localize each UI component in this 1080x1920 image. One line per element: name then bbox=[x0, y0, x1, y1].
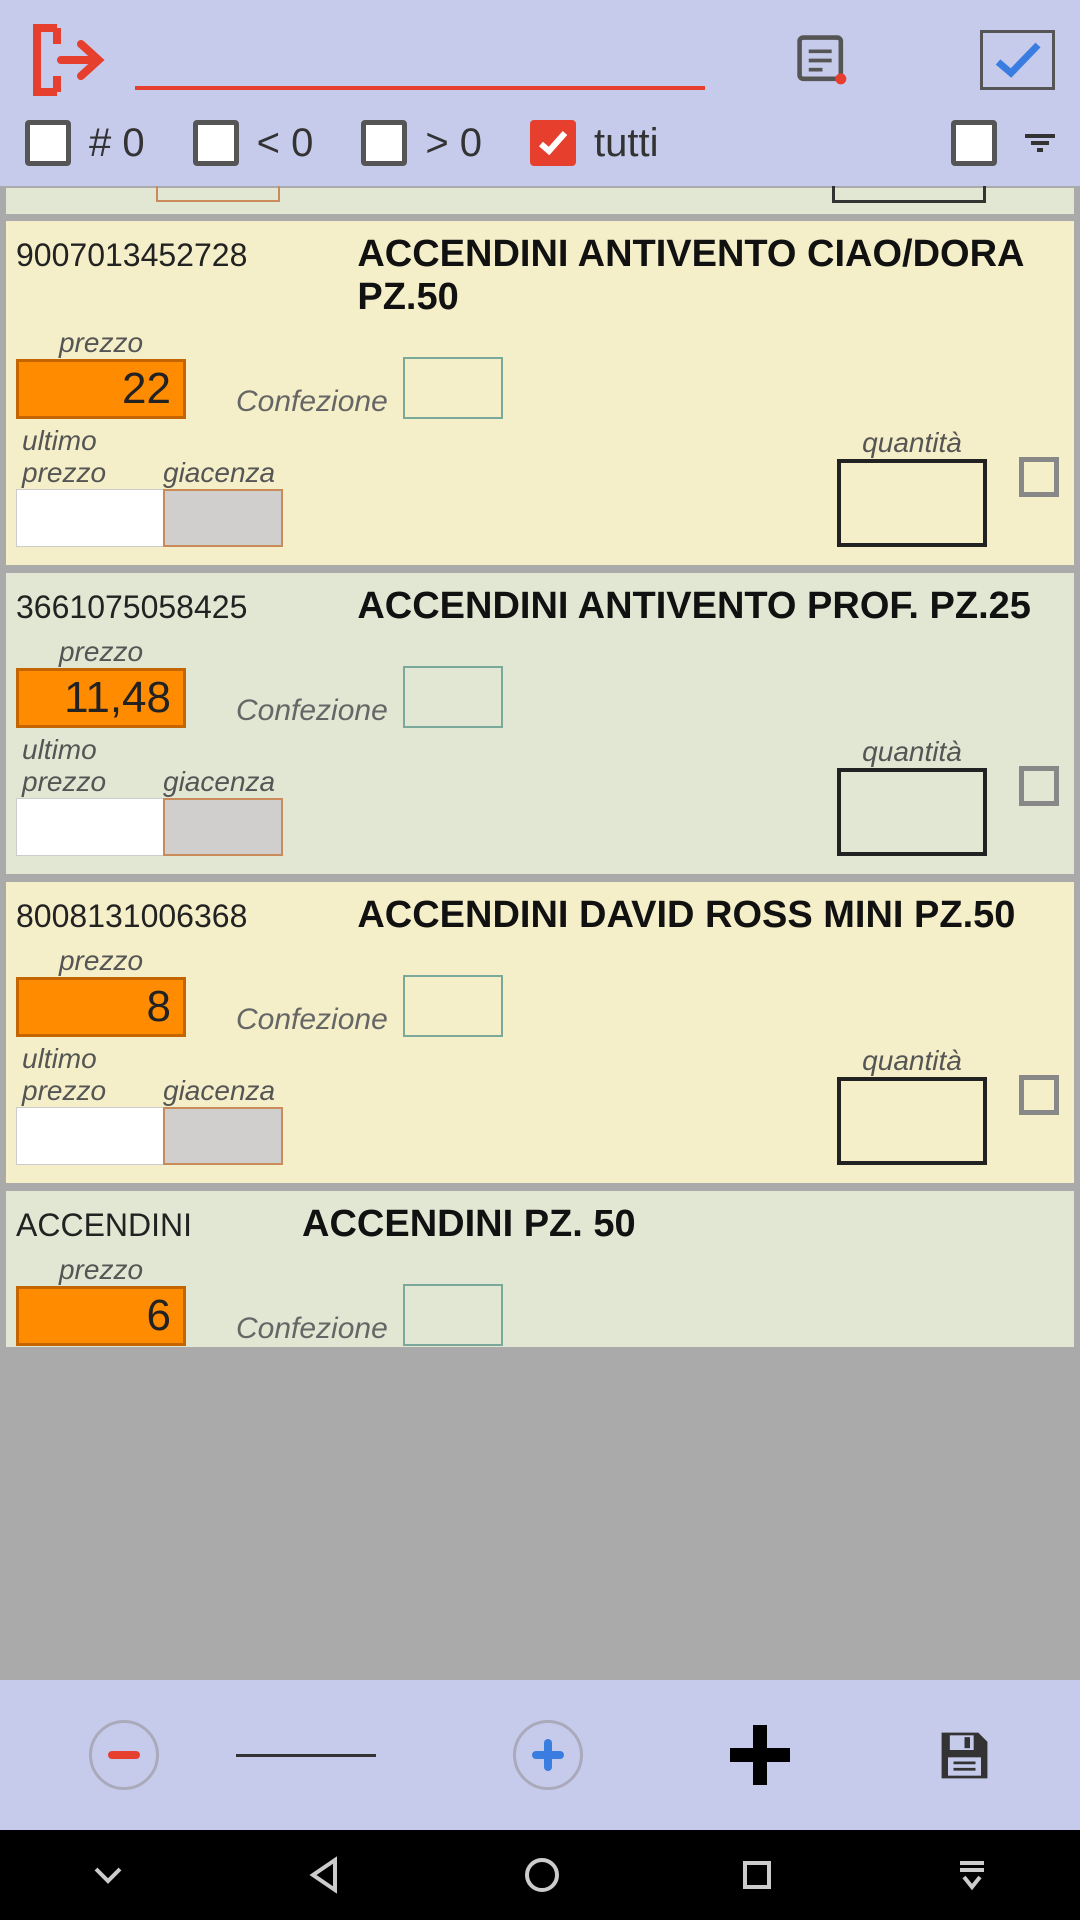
item-name: ACCENDINI PZ. 50 bbox=[302, 1203, 636, 1246]
confezione-input[interactable] bbox=[403, 1284, 503, 1346]
item-barcode: 3661075058425 bbox=[16, 589, 247, 626]
filter-extra-checkbox[interactable] bbox=[951, 120, 997, 166]
ultimo-prezzo-input[interactable] bbox=[16, 1107, 164, 1165]
footer-toolbar bbox=[0, 1680, 1080, 1830]
item-list[interactable]: 9007013452728 ACCENDINI ANTIVENTO CIAO/D… bbox=[0, 186, 1080, 1680]
drawer-down-icon[interactable] bbox=[952, 1855, 992, 1895]
save-icon[interactable] bbox=[937, 1728, 992, 1783]
list-item[interactable]: 9007013452728 ACCENDINI ANTIVENTO CIAO/D… bbox=[4, 219, 1076, 567]
filter-greater-label: > 0 bbox=[425, 121, 482, 166]
giacenza-value bbox=[163, 798, 283, 856]
quantita-label: quantità bbox=[862, 1045, 962, 1077]
ultimo-prezzo-input[interactable] bbox=[16, 489, 164, 547]
quantita-label: quantità bbox=[862, 427, 962, 459]
quantita-input[interactable] bbox=[837, 768, 987, 856]
check-icon bbox=[537, 127, 569, 159]
filter-less-checkbox[interactable] bbox=[193, 120, 239, 166]
confezione-input[interactable] bbox=[403, 975, 503, 1037]
ultimo-prezzo-label: ultimo prezzo bbox=[16, 734, 171, 798]
check-icon bbox=[993, 40, 1043, 80]
minus-icon bbox=[104, 1735, 144, 1775]
item-checkbox[interactable] bbox=[1019, 1075, 1059, 1115]
plus-black-icon[interactable] bbox=[720, 1715, 800, 1795]
price-label: prezzo bbox=[16, 636, 186, 668]
ultimo-prezzo-label: ultimo prezzo bbox=[16, 1043, 171, 1107]
price-value[interactable]: 8 bbox=[16, 977, 186, 1037]
confezione-input[interactable] bbox=[403, 666, 503, 728]
confezione-label: Confezione bbox=[236, 1003, 388, 1037]
giacenza-label: giacenza bbox=[163, 1075, 293, 1107]
item-checkbox[interactable] bbox=[1019, 457, 1059, 497]
list-item[interactable]: ACCENDINI ACCENDINI PZ. 50 prezzo 6 Conf… bbox=[4, 1189, 1076, 1349]
filter-all-label: tutti bbox=[594, 121, 658, 166]
filter-greater-checkbox[interactable] bbox=[361, 120, 407, 166]
confezione-label: Confezione bbox=[236, 1312, 388, 1346]
item-barcode: 8008131006368 bbox=[16, 898, 247, 935]
footer-qty-input[interactable] bbox=[236, 1754, 376, 1757]
price-value[interactable]: 11,48 bbox=[16, 668, 186, 728]
price-label: prezzo bbox=[16, 945, 186, 977]
item-checkbox[interactable] bbox=[1019, 766, 1059, 806]
confezione-label: Confezione bbox=[236, 694, 388, 728]
home-icon[interactable] bbox=[522, 1855, 562, 1895]
item-name: ACCENDINI ANTIVENTO CIAO/DORA PZ.50 bbox=[357, 233, 1064, 319]
price-value[interactable]: 6 bbox=[16, 1286, 186, 1346]
giacenza-value bbox=[163, 489, 283, 547]
list-item[interactable]: 8008131006368 ACCENDINI DAVID ROSS MINI … bbox=[4, 880, 1076, 1185]
header: # 0 < 0 > 0 tutti bbox=[0, 0, 1080, 186]
filter-row: # 0 < 0 > 0 tutti bbox=[25, 120, 1055, 176]
quantita-input[interactable] bbox=[837, 1077, 987, 1165]
giacenza-label: giacenza bbox=[163, 457, 293, 489]
giacenza-label: giacenza bbox=[163, 766, 293, 798]
back-icon[interactable] bbox=[305, 1855, 345, 1895]
note-icon[interactable] bbox=[795, 33, 850, 88]
confezione-input[interactable] bbox=[403, 357, 503, 419]
decrement-button[interactable] bbox=[89, 1720, 159, 1790]
price-value[interactable]: 22 bbox=[16, 359, 186, 419]
confezione-label: Confezione bbox=[236, 385, 388, 419]
recent-icon[interactable] bbox=[739, 1857, 775, 1893]
search-input[interactable] bbox=[135, 30, 705, 90]
ultimo-prezzo-input[interactable] bbox=[16, 798, 164, 856]
giacenza-value bbox=[163, 1107, 283, 1165]
item-barcode: ACCENDINI bbox=[16, 1207, 192, 1244]
item-name: ACCENDINI DAVID ROSS MINI PZ.50 bbox=[357, 894, 1015, 937]
item-name: ACCENDINI ANTIVENTO PROF. PZ.25 bbox=[357, 585, 1031, 628]
plus-blue-icon bbox=[528, 1735, 568, 1775]
price-label: prezzo bbox=[16, 1254, 186, 1286]
ultimo-prezzo-label: ultimo prezzo bbox=[16, 425, 171, 489]
filter-all-checkbox[interactable] bbox=[530, 120, 576, 166]
android-navbar bbox=[0, 1830, 1080, 1920]
filter-less-label: < 0 bbox=[257, 121, 314, 166]
quantita-input[interactable] bbox=[837, 459, 987, 547]
filter-icon[interactable] bbox=[1025, 133, 1055, 153]
increment-button[interactable] bbox=[513, 1720, 583, 1790]
filter-zero-checkbox[interactable] bbox=[25, 120, 71, 166]
list-item[interactable]: 3661075058425 ACCENDINI ANTIVENTO PROF. … bbox=[4, 571, 1076, 876]
chevron-down-icon[interactable] bbox=[88, 1855, 128, 1895]
price-label: prezzo bbox=[16, 327, 186, 359]
partial-preceding-item bbox=[4, 186, 1076, 216]
quantita-label: quantità bbox=[862, 736, 962, 768]
exit-icon[interactable] bbox=[25, 20, 105, 100]
item-barcode: 9007013452728 bbox=[16, 237, 247, 274]
confirm-button[interactable] bbox=[980, 30, 1055, 90]
header-top-row bbox=[25, 20, 1055, 100]
filter-zero-label: # 0 bbox=[89, 121, 145, 166]
